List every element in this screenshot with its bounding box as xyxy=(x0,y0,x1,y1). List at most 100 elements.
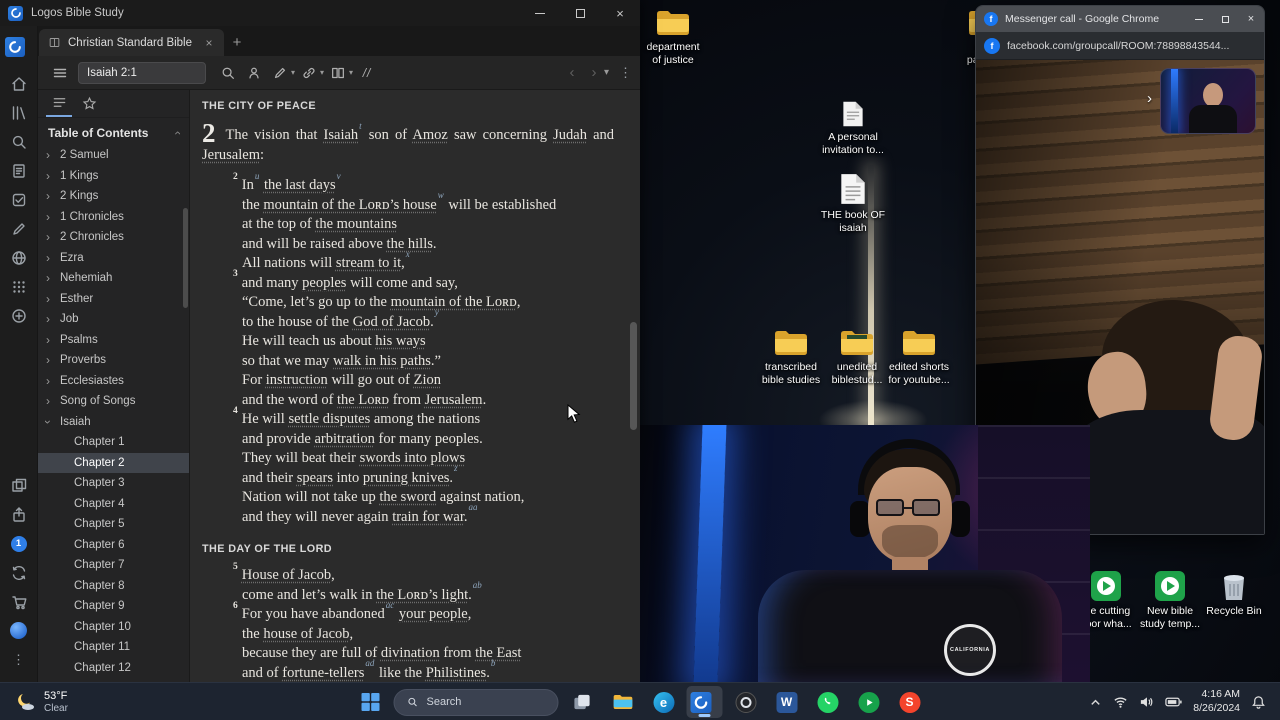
desktop-icon-department-of-justice[interactable]: department of justice xyxy=(640,8,706,67)
forward-icon[interactable]: › xyxy=(585,64,603,81)
logos-titlebar[interactable]: Logos Bible Study × xyxy=(0,0,640,26)
apps-grid-icon[interactable] xyxy=(5,272,33,301)
footnote-marker[interactable]: w xyxy=(438,190,444,200)
tagged-term[interactable]: Jerusalem xyxy=(202,147,260,163)
share-icon[interactable] xyxy=(5,500,33,529)
footnote-marker[interactable]: aa xyxy=(468,502,477,512)
tagged-term[interactable]: God of Jacob xyxy=(353,314,430,330)
footnote-marker[interactable]: u xyxy=(255,171,260,181)
reference-input[interactable] xyxy=(78,61,206,84)
toc-book-item[interactable]: › Psalms xyxy=(38,330,189,351)
toc-book-item[interactable]: › Job xyxy=(38,309,189,330)
more-icon[interactable]: ⋮ xyxy=(5,645,33,674)
notes-icon[interactable] xyxy=(5,214,33,243)
footnote-marker[interactable]: ad xyxy=(365,658,374,668)
toc-chapter-item[interactable]: Chapter 5 xyxy=(38,514,189,535)
chrome-titlebar[interactable]: f Messenger call - Google Chrome × xyxy=(976,6,1264,32)
toc-chapter-item[interactable]: Chapter 8 xyxy=(38,576,189,597)
tagged-term[interactable]: the East xyxy=(475,645,521,661)
camtasia-button[interactable] xyxy=(851,686,887,718)
search-icon[interactable] xyxy=(5,127,33,156)
notifications-badge[interactable]: 1 xyxy=(5,529,33,558)
layouts-icon[interactable] xyxy=(5,471,33,500)
maximize-button[interactable] xyxy=(560,0,600,26)
toc-chapter-item[interactable]: Chapter 11 xyxy=(38,637,189,658)
footnote-marker[interactable]: ac xyxy=(386,600,395,610)
clock[interactable]: 4:16 AM 8/26/2024 xyxy=(1193,688,1240,715)
toc-book-item[interactable]: › 1 Kings xyxy=(38,166,189,187)
tagged-term[interactable]: fortune-tellers xyxy=(282,665,364,681)
footnote-marker[interactable]: t xyxy=(359,121,362,131)
sync-icon[interactable] xyxy=(5,558,33,587)
toc-chapter-item[interactable]: Chapter 2 xyxy=(38,452,189,473)
toc-chapter-item[interactable]: Chapter 10 xyxy=(38,617,189,638)
word-button[interactable]: W xyxy=(769,686,805,718)
sidebar-scrollbar[interactable] xyxy=(183,208,188,308)
tagged-term[interactable]: Judah xyxy=(553,127,587,143)
tagged-term[interactable]: Amoz xyxy=(412,127,447,143)
inline-search-icon[interactable] xyxy=(216,61,240,85)
markup-caret-icon[interactable]: ▾ xyxy=(291,68,295,77)
logos-taskbar-button[interactable] xyxy=(686,686,723,718)
desktop-icon-personal-invitation[interactable]: A personal invitation to... xyxy=(820,100,886,157)
desktop-icon-transcribed-bible-studies[interactable]: transcribed bible studies xyxy=(758,328,824,387)
tagged-term[interactable]: your people xyxy=(399,606,468,622)
wifi-icon[interactable] xyxy=(1113,695,1128,709)
people-icon[interactable] xyxy=(242,61,266,85)
toc-chapter-item[interactable]: Chapter 7 xyxy=(38,555,189,576)
panel-menu-icon[interactable] xyxy=(48,61,72,85)
toc-chapter-item[interactable]: Chapter 9 xyxy=(38,596,189,617)
chrome-url-bar[interactable]: f facebook.com/groupcall/ROOM:7889884354… xyxy=(976,32,1264,60)
add-icon[interactable] xyxy=(5,301,33,330)
battery-icon[interactable] xyxy=(1165,696,1182,708)
tagged-term[interactable]: peoples xyxy=(302,275,346,291)
tagged-term[interactable]: House of Jacob xyxy=(242,567,331,583)
task-view-button[interactable] xyxy=(564,686,600,718)
link-icon[interactable] xyxy=(297,61,321,85)
tagged-term[interactable]: arbitration xyxy=(314,431,374,447)
tab-close-icon[interactable]: × xyxy=(202,36,216,50)
footnote-marker[interactable]: x xyxy=(406,249,410,259)
history-caret-icon[interactable]: ▾ xyxy=(604,67,609,78)
collapse-icon[interactable]: › xyxy=(170,131,184,135)
start-button[interactable] xyxy=(353,686,389,718)
tagged-term[interactable]: the Lᴏʀᴅ xyxy=(337,392,389,408)
whatsapp-button[interactable] xyxy=(810,686,846,718)
minimize-button[interactable] xyxy=(520,0,560,26)
self-view-thumbnail[interactable] xyxy=(1160,68,1256,134)
desktop-icon-recycle-bin[interactable]: Recycle Bin xyxy=(1201,570,1267,618)
tab-christian-standard-bible[interactable]: Christian Standard Bible × xyxy=(39,29,225,56)
library-icon[interactable] xyxy=(5,98,33,127)
snagit-button[interactable]: S xyxy=(892,686,928,718)
notifications-bell-icon[interactable] xyxy=(1251,695,1266,710)
documents-icon[interactable] xyxy=(5,156,33,185)
markup-icon[interactable] xyxy=(268,61,292,85)
logos-logo-icon[interactable] xyxy=(4,32,33,61)
toc-book-item[interactable]: › Esther xyxy=(38,289,189,310)
parallel-passages-icon[interactable]: // xyxy=(355,61,379,85)
contents-tool-icon[interactable] xyxy=(46,90,72,117)
edge-button[interactable]: e xyxy=(646,686,682,718)
hidden-icons-chevron[interactable] xyxy=(1089,696,1102,709)
volume-icon[interactable] xyxy=(1139,695,1154,709)
tagged-term[interactable]: train for war xyxy=(392,509,464,525)
chrome-close-button[interactable]: × xyxy=(1238,6,1264,32)
footnote-marker[interactable]: y xyxy=(435,307,439,317)
new-tab-button[interactable]: + xyxy=(224,29,250,56)
tagged-term[interactable]: house of Jacob xyxy=(263,626,349,642)
tagged-term[interactable]: spears xyxy=(297,470,333,486)
tagged-term[interactable]: walk in his paths xyxy=(333,353,431,369)
chrome-maximize-button[interactable] xyxy=(1212,6,1238,32)
tagged-term[interactable]: the last days xyxy=(264,177,336,193)
tagged-term[interactable]: mountain of the Lᴏʀᴅ xyxy=(391,294,517,310)
media-icon[interactable] xyxy=(5,243,33,272)
toc-book-item[interactable]: › 2 Chronicles xyxy=(38,227,189,248)
toc-chapter-item[interactable]: Chapter 6 xyxy=(38,535,189,556)
close-button[interactable]: × xyxy=(600,0,640,26)
panel-kebab-icon[interactable]: ⋮ xyxy=(619,65,632,81)
toc-book-item[interactable]: › Ezra xyxy=(38,248,189,269)
toc-chapter-item[interactable]: Chapter 3 xyxy=(38,473,189,494)
toc-book-item[interactable]: › Nehemiah xyxy=(38,268,189,289)
tagged-term[interactable]: Isaiah xyxy=(324,127,359,143)
weather-widget[interactable]: 53°F Clear xyxy=(0,683,82,720)
